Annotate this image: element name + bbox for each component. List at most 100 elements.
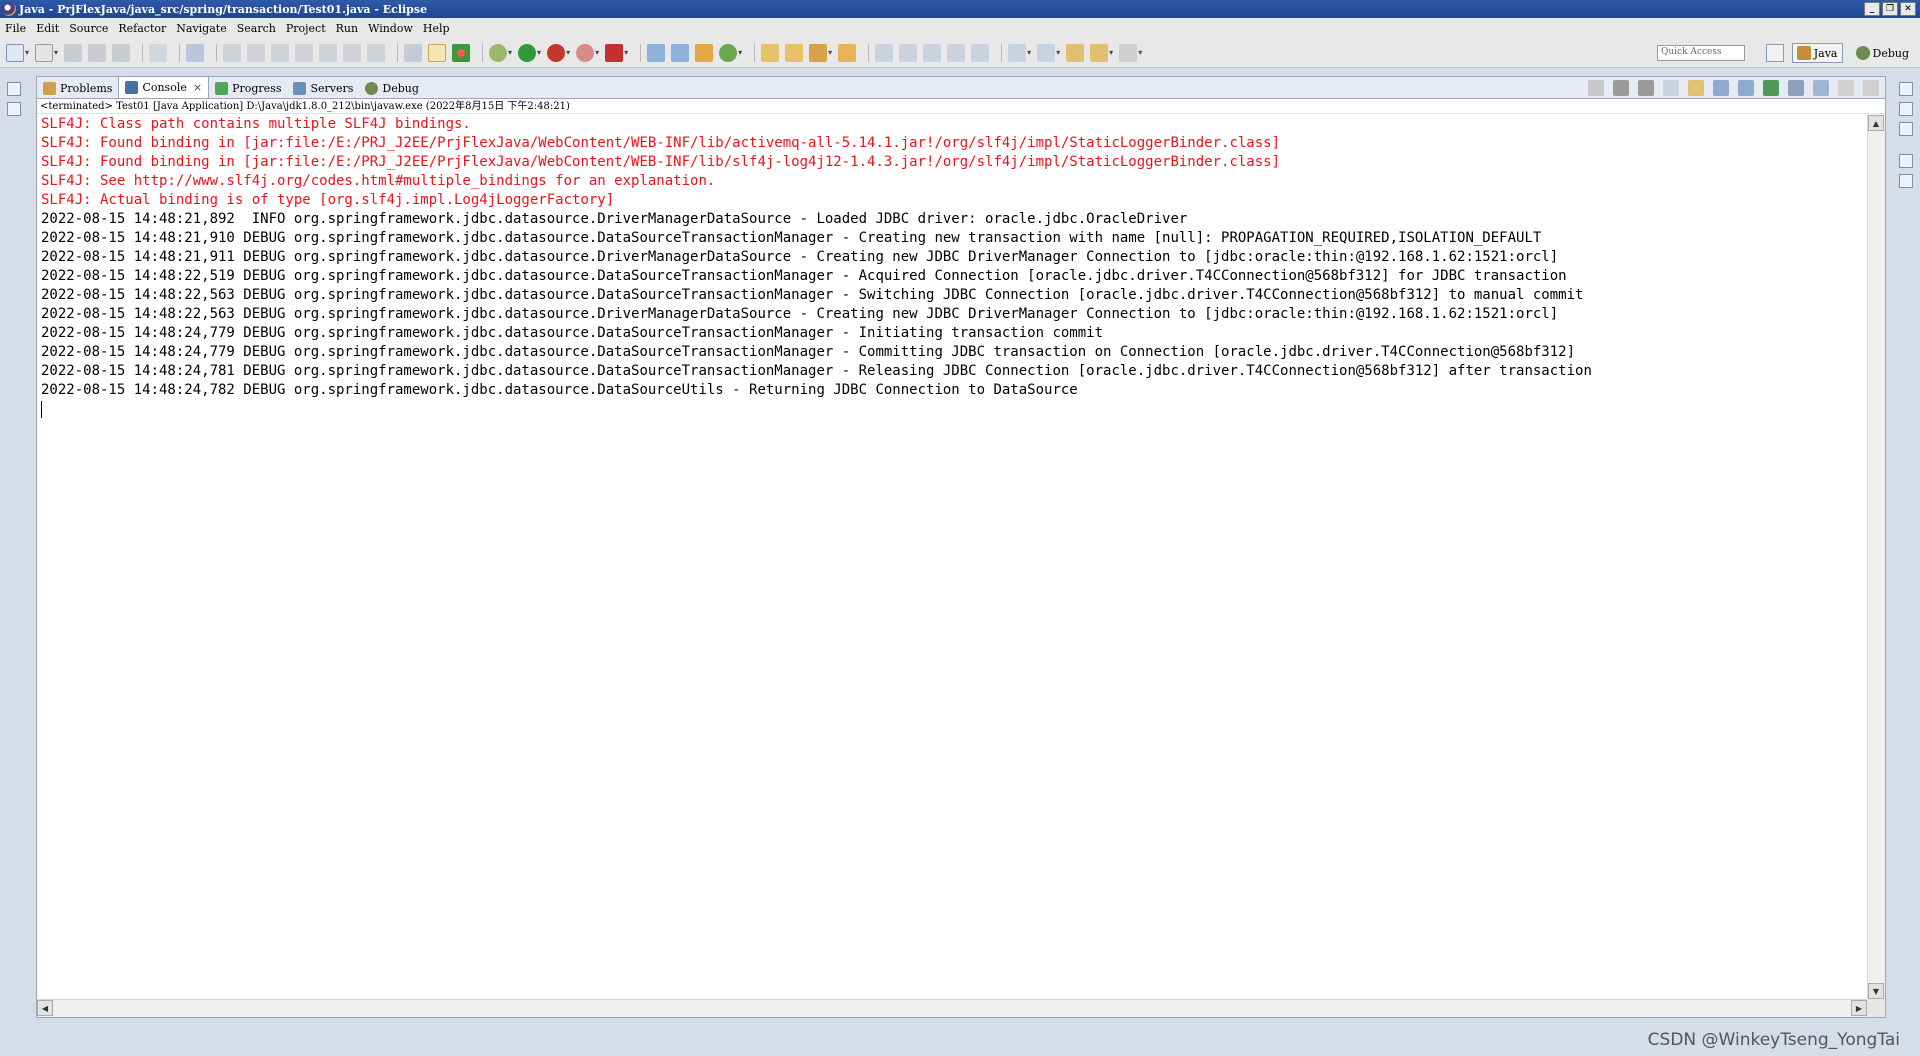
close-icon[interactable]: ×	[193, 81, 202, 94]
restore-icon[interactable]	[7, 82, 21, 96]
perspective-debug[interactable]: Debug	[1851, 43, 1915, 63]
menu-source[interactable]: Source	[64, 22, 113, 35]
minimize-button[interactable]: _	[1864, 2, 1880, 16]
scroll-down-icon[interactable]: ▼	[1868, 983, 1884, 999]
show-console-on-output-icon[interactable]	[1738, 80, 1754, 96]
scroll-lock-icon[interactable]	[1688, 80, 1704, 96]
open-folder-icon[interactable]	[838, 43, 857, 62]
horizontal-scrollbar[interactable]: ◀ ▶	[37, 999, 1867, 1017]
menu-help[interactable]: Help	[418, 22, 455, 35]
toggle-breadcrumb-icon[interactable]	[923, 43, 942, 62]
tab-console[interactable]: Console ×	[118, 76, 210, 98]
new-class-icon[interactable]	[695, 43, 714, 62]
chevron-down-icon[interactable]: ▾	[537, 48, 541, 57]
tab-problems[interactable]: Problems	[37, 78, 118, 98]
coverage-icon[interactable]	[547, 43, 566, 62]
show-whitespace-icon[interactable]	[971, 43, 990, 62]
maximize-view-icon[interactable]	[1863, 80, 1879, 96]
quick-access-input[interactable]: Quick Access	[1657, 45, 1745, 61]
save-icon[interactable]	[64, 43, 83, 62]
console-output[interactable]: SLF4J: Class path contains multiple SLF4…	[37, 115, 1867, 999]
toggle-mark-occurrences-icon[interactable]	[428, 43, 447, 62]
clear-console-icon[interactable]	[1663, 80, 1679, 96]
display-selected-console-icon[interactable]	[1788, 80, 1804, 96]
pin-icon[interactable]	[875, 43, 894, 62]
chevron-down-icon[interactable]: ▾	[828, 48, 832, 57]
print-icon[interactable]	[112, 43, 131, 62]
back-icon[interactable]	[1090, 43, 1109, 62]
open-perspective-icon[interactable]	[1765, 44, 1784, 62]
chevron-down-icon[interactable]: ▾	[566, 48, 570, 57]
search-icon[interactable]	[809, 43, 828, 62]
save-all-icon[interactable]	[88, 43, 107, 62]
task-list-icon[interactable]	[1899, 102, 1913, 116]
last-edit-icon[interactable]	[1066, 43, 1085, 62]
open-console-icon[interactable]	[1813, 80, 1829, 96]
remove-all-terminated-icon[interactable]	[1638, 80, 1654, 96]
menu-project[interactable]: Project	[281, 22, 331, 35]
editor-icon[interactable]	[1899, 174, 1913, 188]
chevron-down-icon[interactable]: ▾	[1056, 48, 1060, 57]
new-web-icon[interactable]	[719, 43, 738, 62]
word-wrap-icon[interactable]	[1713, 80, 1729, 96]
menu-file[interactable]: File	[0, 22, 31, 35]
chevron-down-icon[interactable]: ▾	[508, 48, 512, 57]
chevron-down-icon[interactable]: ▾	[1027, 48, 1031, 57]
chevron-down-icon[interactable]: ▾	[738, 48, 742, 57]
disconnect-icon[interactable]	[295, 43, 314, 62]
skip-breakpoints-icon[interactable]	[186, 43, 205, 62]
step-return-icon[interactable]	[367, 43, 386, 62]
scroll-left-icon[interactable]: ◀	[37, 1000, 53, 1016]
next-annotation-icon[interactable]	[1008, 43, 1027, 62]
chevron-down-icon[interactable]: ▾	[595, 48, 599, 57]
debug-run-icon[interactable]	[489, 43, 508, 62]
restore-icon[interactable]	[1899, 82, 1913, 96]
chevron-down-icon[interactable]: ▾	[1109, 48, 1113, 57]
menu-edit[interactable]: Edit	[31, 22, 64, 35]
scroll-right-icon[interactable]: ▶	[1851, 1000, 1867, 1016]
close-button[interactable]: ✕	[1900, 2, 1916, 16]
menu-search[interactable]: Search	[232, 22, 281, 35]
step-over-icon[interactable]	[343, 43, 362, 62]
minimize-view-icon[interactable]	[1838, 80, 1854, 96]
external-tools-icon[interactable]	[605, 43, 624, 62]
stop-server-icon[interactable]	[576, 43, 595, 62]
menu-window[interactable]: Window	[363, 22, 418, 35]
terminate-icon[interactable]	[1588, 80, 1604, 96]
chevron-down-icon[interactable]: ▾	[624, 48, 628, 57]
new-package-icon[interactable]	[671, 43, 690, 62]
block-selection-icon[interactable]	[947, 43, 966, 62]
pin-console-icon[interactable]	[1763, 80, 1779, 96]
step-into-icon[interactable]	[319, 43, 338, 62]
chevron-down-icon[interactable]: ▾	[25, 48, 29, 57]
chevron-down-icon[interactable]: ▾	[54, 48, 58, 57]
tab-servers[interactable]: Servers	[287, 78, 359, 98]
chevron-down-icon[interactable]: ▾	[1138, 48, 1142, 57]
vertical-scrollbar[interactable]: ▲ ▼	[1867, 115, 1885, 999]
package-explorer-icon[interactable]	[7, 102, 21, 116]
tab-progress[interactable]: Progress	[209, 78, 287, 98]
outline-icon[interactable]	[1899, 122, 1913, 136]
forward-icon[interactable]	[1119, 43, 1138, 62]
new-window-icon[interactable]	[35, 43, 54, 62]
run-icon[interactable]	[518, 43, 537, 62]
annotation-icon[interactable]	[899, 43, 918, 62]
terminate-icon[interactable]	[271, 43, 290, 62]
open-type-icon[interactable]	[761, 43, 780, 62]
scroll-up-icon[interactable]: ▲	[1868, 115, 1884, 131]
previous-annotation-icon[interactable]	[1037, 43, 1056, 62]
menu-run[interactable]: Run	[331, 22, 363, 35]
new-java-project-icon[interactable]	[647, 43, 666, 62]
menu-navigate[interactable]: Navigate	[171, 22, 231, 35]
open-task-icon[interactable]	[785, 43, 804, 62]
binary-icon[interactable]	[149, 43, 168, 62]
restore-button[interactable]: ❐	[1882, 2, 1898, 16]
perspective-java[interactable]: Java	[1791, 43, 1843, 63]
new-icon[interactable]	[6, 43, 24, 62]
tab-debug[interactable]: Debug	[359, 78, 425, 98]
refresh-icon[interactable]	[452, 43, 471, 62]
use-step-filters-icon[interactable]	[404, 43, 423, 62]
suspend-icon[interactable]	[247, 43, 266, 62]
resume-icon[interactable]	[223, 43, 242, 62]
remove-launch-icon[interactable]	[1613, 80, 1629, 96]
